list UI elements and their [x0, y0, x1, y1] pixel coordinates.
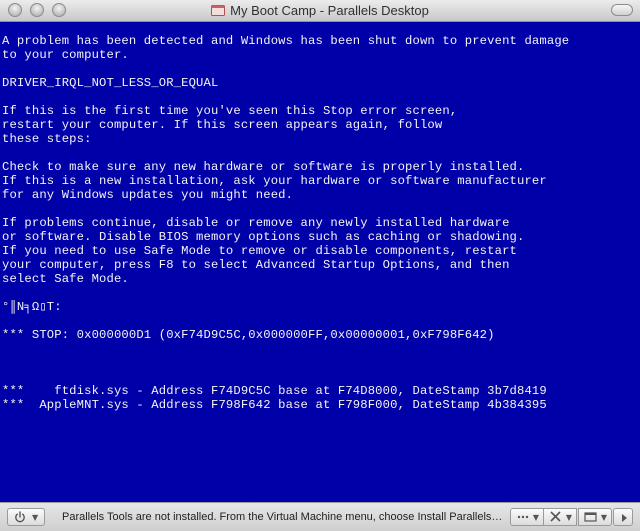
bsod-text-line [2, 90, 640, 104]
arrow-button[interactable] [613, 508, 633, 526]
vm-window-icon [211, 5, 226, 16]
bsod-text-line: select Safe Mode. [2, 272, 129, 286]
devices-button[interactable]: ▼ [510, 508, 544, 526]
chevron-down-icon: ▼ [565, 513, 572, 522]
bsod-text-line [2, 314, 640, 328]
window-mode-button[interactable]: ▼ [578, 508, 612, 526]
bsod-text-line: *** AppleMNT.sys - Address F798F642 base… [2, 398, 547, 412]
bsod-text-line: If this is the first time you've seen th… [2, 104, 458, 118]
bsod-text-line: for any Windows updates you might need. [2, 188, 294, 202]
bsod-text-line: Check to make sure any new hardware or s… [2, 160, 525, 174]
bsod-text-line: restart your computer. If this screen ap… [2, 118, 443, 132]
bsod-text-line [2, 62, 640, 76]
window-title-wrap: My Boot Camp - Parallels Desktop [0, 3, 640, 19]
devices-icon [517, 515, 529, 519]
bsod-text-line: DRIVER_IRQL_NOT_LESS_OR_EQUAL [2, 76, 219, 90]
bsod-text-line: to your computer. [2, 48, 129, 62]
window-mode-icon [584, 512, 597, 522]
window-title: My Boot Camp - Parallels Desktop [230, 3, 429, 18]
title-bar[interactable]: My Boot Camp - Parallels Desktop [0, 0, 640, 22]
parallels-window: My Boot Camp - Parallels Desktop A probl… [0, 0, 640, 531]
vm-screen-bsod[interactable]: A problem has been detected and Windows … [0, 22, 640, 502]
status-bar: ▼ Parallels Tools are not installed. Fro… [0, 502, 640, 531]
bsod-text-line: *** STOP: 0x000000D1 (0xF74D9C5C,0x00000… [2, 328, 495, 342]
bsod-text-line [2, 356, 640, 370]
status-message: Parallels Tools are not installed. From … [62, 511, 504, 523]
arrow-icon [622, 514, 627, 522]
tools-button[interactable]: ▼ [543, 508, 577, 526]
bsod-text-line [2, 146, 640, 160]
chevron-down-icon: ▼ [600, 513, 607, 522]
power-menu-button[interactable]: ▼ [7, 508, 45, 526]
bsod-text-line [2, 202, 640, 216]
bsod-text-line: or software. Disable BIOS memory options… [2, 230, 525, 244]
bsod-text-line: these steps: [2, 132, 92, 146]
bsod-text-line: If problems continue, disable or remove … [2, 216, 510, 230]
bsod-text-line [2, 370, 640, 384]
bsod-text-line: your computer, press F8 to select Advanc… [2, 258, 510, 272]
chevron-down-icon: ▼ [32, 513, 39, 522]
bsod-text-line [2, 286, 640, 300]
chevron-down-icon: ▼ [532, 513, 539, 522]
bsod-text-line: If you need to use Safe Mode to remove o… [2, 244, 517, 258]
bsod-text-line: °║N╕Ω▯T: [2, 300, 62, 314]
toolbar-toggle-button[interactable] [611, 4, 633, 16]
bsod-text-line [2, 342, 640, 356]
power-icon [15, 511, 25, 523]
bsod-text-line: *** ftdisk.sys - Address F74D9C5C base a… [2, 384, 547, 398]
tools-icon [550, 511, 561, 522]
bsod-text-line: A problem has been detected and Windows … [2, 34, 570, 48]
bsod-text-line: If this is a new installation, ask your … [2, 174, 547, 188]
